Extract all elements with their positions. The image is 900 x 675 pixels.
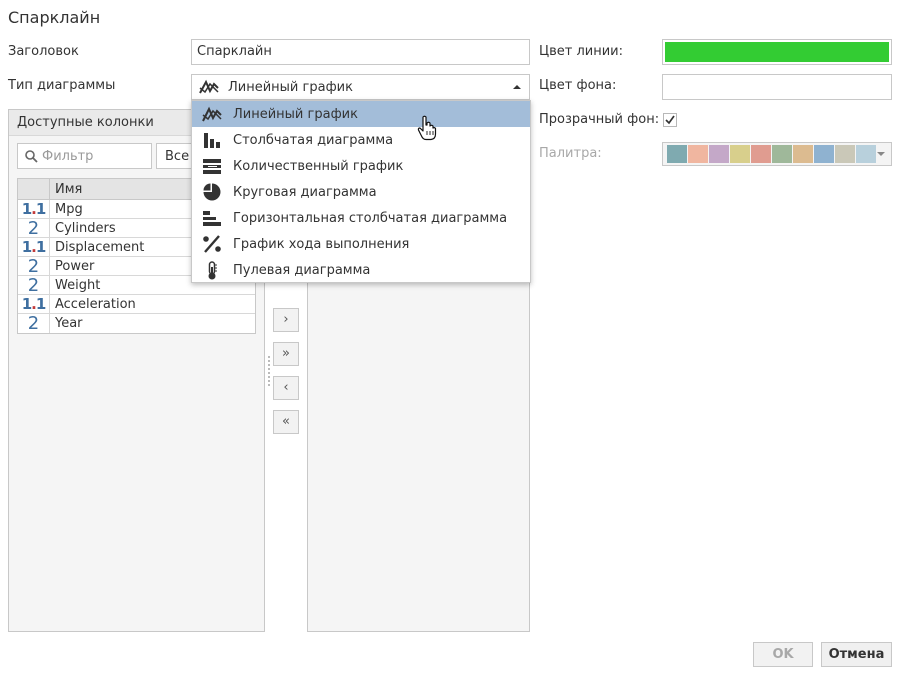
table-row[interactable]: 2 Year xyxy=(18,314,255,333)
integer-type-icon: 2 xyxy=(18,218,50,238)
integer-type-icon: 2 xyxy=(18,256,50,276)
palette-swatch xyxy=(856,145,876,163)
column-name: Power xyxy=(55,258,95,274)
line-chart-icon xyxy=(202,106,222,122)
integer-type-icon: 2 xyxy=(18,314,50,333)
column-name: Displacement xyxy=(55,239,145,255)
dropdown-item-label: Столбчатая диаграмма xyxy=(233,132,394,148)
column-name: Cylinders xyxy=(55,220,116,236)
type-filter-select[interactable]: Все т xyxy=(156,143,196,169)
remove-column-button[interactable]: ‹ xyxy=(273,376,299,400)
chart-type-value: Линейный график xyxy=(228,79,353,95)
palette-swatch xyxy=(814,145,834,163)
hand-cursor-icon xyxy=(417,115,437,141)
bg-color-fill xyxy=(665,77,889,97)
column-name: Mpg xyxy=(55,201,83,217)
title-label: Заголовок xyxy=(8,44,79,59)
caret-up-icon xyxy=(513,85,521,89)
horizontal-bar-chart-icon xyxy=(203,211,221,226)
name-column-header[interactable]: Имя xyxy=(50,179,82,199)
dropdown-item-label: Круговая диаграмма xyxy=(233,184,377,200)
search-icon xyxy=(25,149,38,163)
palette-swatch xyxy=(688,145,708,163)
column-name: Year xyxy=(55,316,83,331)
bullet-chart-icon xyxy=(203,159,221,174)
percent-icon xyxy=(203,235,221,253)
palette-swatch xyxy=(772,145,792,163)
palette-select[interactable] xyxy=(662,142,892,166)
dropdown-item[interactable]: Линейный график xyxy=(192,101,530,127)
ok-button[interactable]: OK xyxy=(753,642,813,667)
thermometer-icon xyxy=(208,261,217,280)
dropdown-item[interactable]: Горизонтальная столбчатая диаграмма xyxy=(192,205,530,231)
add-column-button[interactable]: › xyxy=(273,308,299,332)
remove-all-columns-button[interactable]: « xyxy=(273,410,299,434)
filter-input[interactable]: Фильтр xyxy=(17,143,152,169)
splitter-handle[interactable] xyxy=(268,356,270,386)
palette-swatch xyxy=(709,145,729,163)
filter-placeholder: Фильтр xyxy=(42,148,94,164)
transparent-bg-checkbox[interactable] xyxy=(663,113,677,127)
decimal-type-icon: 1.1 xyxy=(18,294,50,314)
dropdown-item[interactable]: Количественный график xyxy=(192,153,530,179)
dropdown-item[interactable]: Пулевая диаграмма xyxy=(192,257,530,283)
chevron-down-icon xyxy=(877,152,885,156)
bg-color-picker[interactable] xyxy=(662,74,892,100)
dropdown-item-label: Линейный график xyxy=(233,106,358,122)
title-input[interactable]: Спарклайн xyxy=(191,39,530,65)
decimal-type-icon: 1.1 xyxy=(18,237,50,257)
line-color-label: Цвет линии: xyxy=(539,44,623,59)
dropdown-item[interactable]: Круговая диаграмма xyxy=(192,179,530,205)
palette-label: Палитра: xyxy=(539,146,602,161)
palette-swatch xyxy=(793,145,813,163)
type-column-header xyxy=(18,179,50,199)
dropdown-item-label: График хода выполнения xyxy=(233,236,410,252)
pie-chart-icon xyxy=(203,183,221,201)
line-chart-icon xyxy=(199,79,219,94)
chart-type-dropdown: Линейный график Столбчатая диаграмма Колич… xyxy=(191,100,531,283)
checkmark-icon xyxy=(665,115,675,125)
dropdown-item-label: Количественный график xyxy=(233,158,404,174)
palette-swatch xyxy=(835,145,855,163)
add-all-columns-button[interactable]: » xyxy=(273,342,299,366)
chart-type-select[interactable]: Линейный график xyxy=(191,74,530,100)
column-name: Acceleration xyxy=(55,296,136,312)
transparent-bg-label: Прозрачный фон: xyxy=(539,112,660,127)
palette-swatch xyxy=(730,145,750,163)
column-name: Weight xyxy=(55,277,101,293)
line-color-fill xyxy=(665,42,889,62)
bg-color-label: Цвет фона: xyxy=(539,78,617,93)
palette-swatches xyxy=(667,145,877,163)
chart-type-label: Тип диаграммы xyxy=(8,78,116,93)
bar-chart-icon xyxy=(204,133,220,148)
palette-swatch xyxy=(751,145,771,163)
dropdown-item-label: Пулевая диаграмма xyxy=(233,262,371,278)
dialog-title: Спарклайн xyxy=(8,8,101,27)
decimal-type-icon: 1.1 xyxy=(18,199,50,219)
dropdown-item[interactable]: Столбчатая диаграмма xyxy=(192,127,530,153)
integer-type-icon: 2 xyxy=(18,275,50,295)
dropdown-item-label: Горизонтальная столбчатая диаграмма xyxy=(233,210,508,226)
line-color-picker[interactable] xyxy=(662,39,892,65)
table-row[interactable]: 1.1 Acceleration xyxy=(18,294,255,314)
cancel-button[interactable]: Отмена xyxy=(821,642,892,667)
dropdown-item[interactable]: График хода выполнения xyxy=(192,231,530,257)
palette-swatch xyxy=(667,145,687,163)
